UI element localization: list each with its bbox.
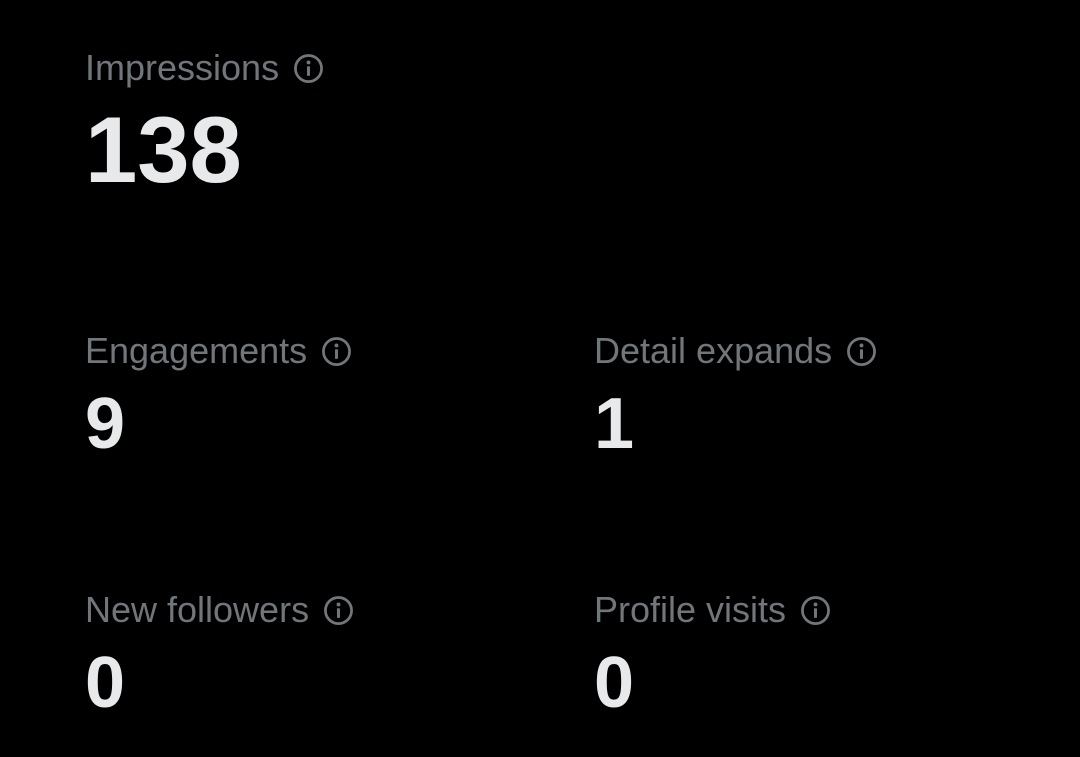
profile-visits-value: 0 — [594, 643, 635, 723]
profile-visits-metric: Profile visits 0 — [594, 590, 832, 722]
detail-expands-label: Detail expands — [594, 330, 833, 371]
info-icon[interactable] — [322, 594, 355, 627]
info-icon[interactable] — [320, 335, 353, 368]
engagements-label: Engagements — [85, 330, 308, 371]
new-followers-label: New followers — [85, 589, 310, 630]
engagements-value: 9 — [85, 384, 126, 464]
new-followers-value: 0 — [85, 643, 126, 723]
engagements-metric: Engagements 9 — [85, 331, 353, 463]
impressions-metric: Impressions 138 — [85, 48, 325, 200]
detail-expands-metric: Detail expands 1 — [594, 331, 878, 463]
impressions-value: 138 — [85, 97, 242, 202]
info-icon[interactable] — [799, 594, 832, 627]
detail-expands-value: 1 — [594, 384, 635, 464]
impressions-label: Impressions — [85, 47, 280, 88]
info-icon[interactable] — [845, 335, 878, 368]
new-followers-metric: New followers 0 — [85, 590, 355, 722]
profile-visits-label: Profile visits — [594, 589, 787, 630]
info-icon[interactable] — [292, 52, 325, 85]
post-analytics-panel: Impressions 138 Engagements 9 Detail exp… — [0, 0, 1080, 757]
